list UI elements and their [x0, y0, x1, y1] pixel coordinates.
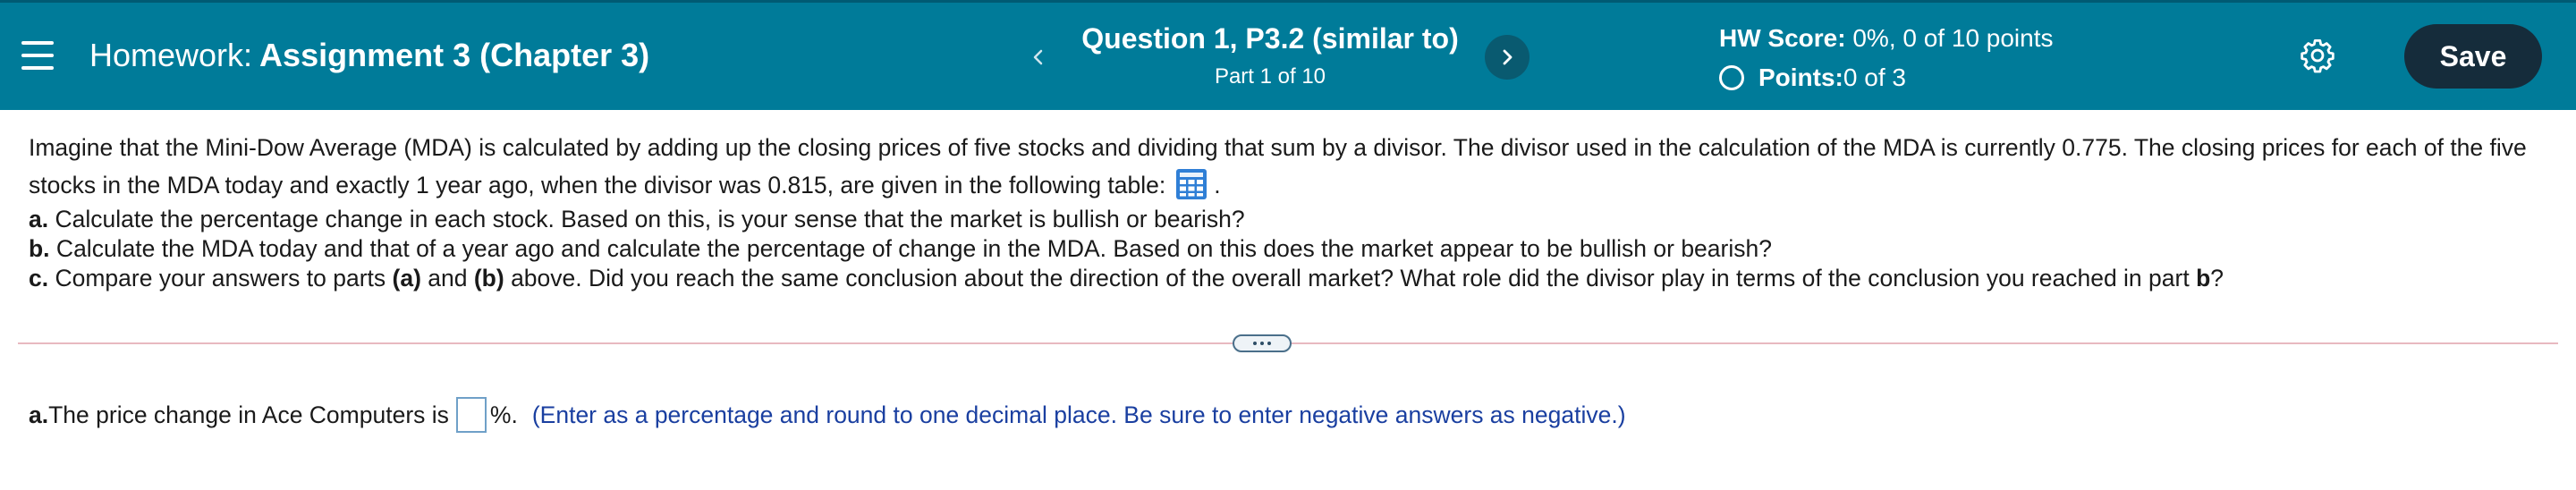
- previous-question-button[interactable]: [1016, 35, 1061, 80]
- question-part: Part 1 of 10: [1214, 64, 1326, 89]
- chevron-left-icon: [1033, 49, 1043, 65]
- price-change-input[interactable]: [455, 397, 487, 433]
- part-c-text-1: Compare your answers to parts: [48, 265, 393, 291]
- hw-score-value: 0%, 0 of 10 points: [1845, 24, 2054, 52]
- points-label: Points:: [1758, 63, 1843, 91]
- save-button[interactable]: Save: [2404, 24, 2542, 89]
- question-intro-end: .: [1214, 172, 1221, 199]
- header-bar: Homework: Assignment 3 (Chapter 3) Questi…: [0, 0, 2576, 110]
- menu-icon[interactable]: [21, 41, 54, 70]
- answer-instruction: (Enter as a percentage and round to one …: [531, 401, 1626, 428]
- homework-prefix: Homework:: [89, 37, 253, 73]
- part-b: b. Calculate the MDA today and that of a…: [29, 234, 2542, 264]
- score-block: HW Score: 0%, 0 of 10 points Points: 0 o…: [1719, 24, 2054, 92]
- gear-icon[interactable]: [2299, 37, 2336, 74]
- question-parts: a. Calculate the percentage change in ea…: [29, 205, 2542, 293]
- part-c-ref-a: (a): [392, 265, 421, 291]
- points: Points: 0 of 3: [1719, 63, 2054, 92]
- part-c-ref-b2: b: [2196, 265, 2211, 291]
- part-a-label: a.: [29, 206, 49, 232]
- points-value: 0 of 3: [1843, 63, 1906, 91]
- part-a-text: Calculate the percentage change in each …: [48, 206, 1245, 232]
- hw-score: HW Score: 0%, 0 of 10 points: [1719, 24, 2054, 53]
- part-c-text-3: above. Did you reach the same conclusion…: [504, 265, 2197, 291]
- radio-circle-icon: [1719, 65, 1744, 90]
- answer-suffix: %.: [489, 401, 518, 428]
- question-indicator: Question 1, P3.2 (similar to) Part 1 of …: [1073, 22, 1467, 89]
- question-intro-text: Imagine that the Mini-Dow Average (MDA) …: [29, 134, 2527, 199]
- part-c: c. Compare your answers to parts (a) and…: [29, 264, 2542, 293]
- table-icon[interactable]: [1174, 167, 1208, 201]
- question-intro: Imagine that the Mini-Dow Average (MDA) …: [29, 129, 2542, 204]
- part-c-label: c.: [29, 265, 49, 291]
- answer-prompt: The price change in Ace Computers is: [48, 401, 449, 428]
- part-c-text-2: and: [420, 265, 474, 291]
- part-b-label: b.: [29, 235, 50, 262]
- ellipsis-icon[interactable]: [1233, 334, 1292, 352]
- part-a: a. Calculate the percentage change in ea…: [29, 205, 2542, 234]
- part-c-text-4: ?: [2210, 265, 2224, 291]
- assignment-name: Assignment 3 (Chapter 3): [259, 37, 650, 73]
- chevron-right-icon: [1503, 49, 1513, 65]
- part-c-ref-b: (b): [473, 265, 504, 291]
- answer-label: a.: [29, 401, 49, 428]
- question-title: Question 1, P3.2 (similar to): [1081, 22, 1459, 55]
- hw-score-label: HW Score:: [1719, 24, 1846, 52]
- answer-line: a. The price change in Ace Computers is …: [29, 397, 1626, 433]
- homework-title: Homework: Assignment 3 (Chapter 3): [89, 37, 649, 74]
- part-b-text: Calculate the MDA today and that of a ye…: [49, 235, 1772, 262]
- next-question-button[interactable]: [1485, 35, 1530, 80]
